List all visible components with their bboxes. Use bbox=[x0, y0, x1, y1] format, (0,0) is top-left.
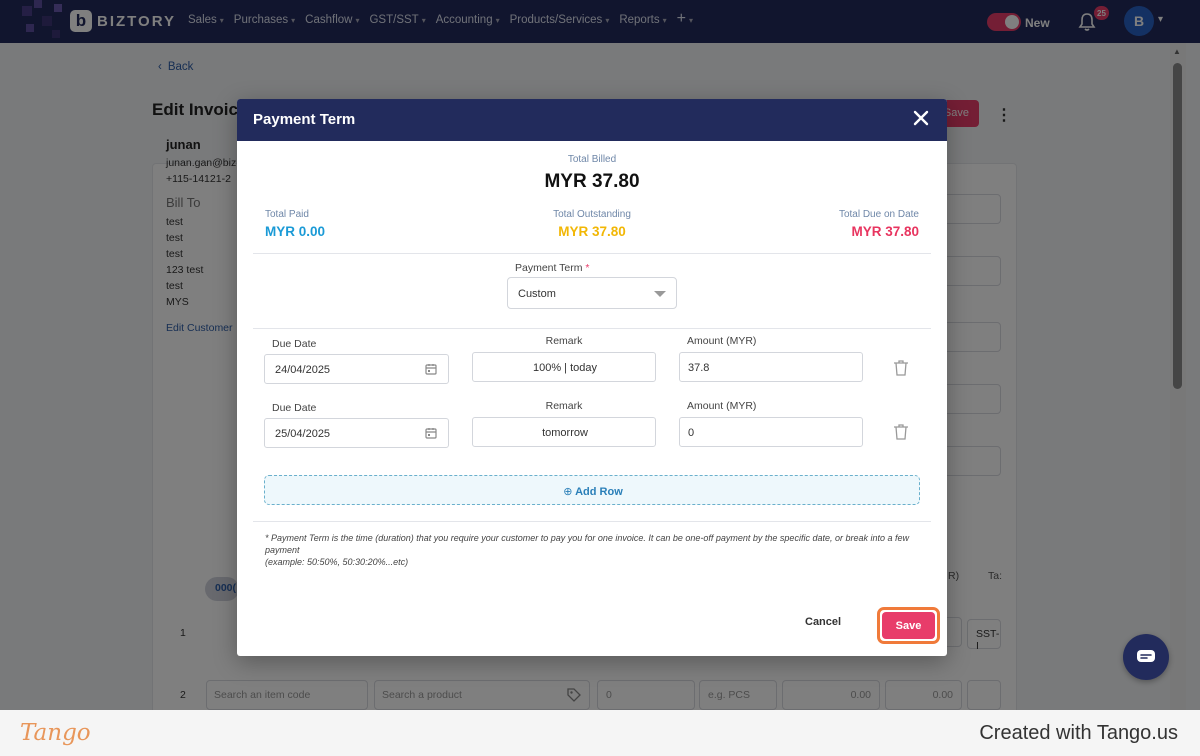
trash-icon[interactable] bbox=[893, 423, 909, 441]
due-date-input[interactable]: 25/04/2025 bbox=[264, 418, 449, 448]
payment-term-value: Custom bbox=[518, 288, 556, 300]
note-line: (example: 50:50%, 50:30:20%...etc) bbox=[265, 557, 409, 567]
tango-footer: Tango Created with Tango.us bbox=[0, 710, 1200, 756]
total-outstanding-label: Total Outstanding bbox=[553, 209, 631, 220]
note-line: * Payment Term is the time (duration) th… bbox=[265, 533, 909, 555]
divider bbox=[253, 521, 931, 522]
payment-term-modal: Payment Term Total Billed MYR 37.80 Tota… bbox=[237, 99, 947, 656]
remark-input[interactable]: 100% | today bbox=[472, 352, 656, 382]
total-paid-value: MYR 0.00 bbox=[265, 224, 326, 239]
payment-term-select[interactable]: Custom bbox=[507, 277, 677, 309]
total-billed-value: MYR 37.80 bbox=[544, 171, 640, 192]
tango-credit: Created with Tango.us bbox=[979, 722, 1178, 744]
modal-save-button[interactable]: Save bbox=[882, 612, 935, 639]
due-date-label: Due Date bbox=[272, 402, 317, 414]
total-billed-label: Total Billed bbox=[567, 154, 617, 165]
chat-icon bbox=[1137, 650, 1155, 662]
calendar-icon[interactable] bbox=[425, 427, 437, 439]
due-date-value: 25/04/2025 bbox=[275, 428, 331, 440]
amount-label: Amount (MYR) bbox=[687, 335, 757, 347]
amount-label: Amount (MYR) bbox=[687, 400, 757, 412]
total-paid-label: Total Paid bbox=[265, 209, 309, 220]
amount-input[interactable]: 0 bbox=[679, 417, 863, 447]
close-icon[interactable] bbox=[913, 110, 929, 126]
plus-circle-icon: ⊕ bbox=[563, 486, 573, 498]
due-date-label: Due Date bbox=[272, 338, 317, 350]
chevron-down-icon bbox=[654, 291, 666, 297]
total-outstanding-value: MYR 37.80 bbox=[558, 224, 626, 239]
tango-logo: Tango bbox=[20, 720, 91, 746]
remark-input[interactable]: tomorrow bbox=[472, 417, 656, 447]
remark-value: tomorrow bbox=[542, 427, 588, 439]
add-row-label: ⊕ Add Row bbox=[563, 486, 623, 498]
modal-title: Payment Term bbox=[253, 111, 356, 128]
amount-value: 0 bbox=[688, 427, 695, 439]
calendar-icon[interactable] bbox=[425, 363, 437, 375]
modal-header: Payment Term bbox=[237, 99, 947, 141]
remark-label: Remark bbox=[545, 335, 583, 347]
due-date-input[interactable]: 24/04/2025 bbox=[264, 354, 449, 384]
total-due-label: Total Due on Date bbox=[838, 209, 919, 220]
cancel-button[interactable]: Cancel bbox=[805, 616, 841, 628]
add-row-button[interactable]: ⊕ Add Row bbox=[264, 475, 920, 505]
amount-value: 37.8 bbox=[688, 362, 710, 374]
amount-input[interactable]: 37.8 bbox=[679, 352, 863, 382]
remark-value: 100% | today bbox=[532, 362, 597, 374]
due-date-value: 24/04/2025 bbox=[275, 364, 331, 376]
payment-term-note: * Payment Term is the time (duration) th… bbox=[265, 532, 925, 568]
total-due-value: MYR 37.80 bbox=[851, 224, 919, 239]
divider bbox=[253, 328, 931, 329]
divider bbox=[253, 253, 931, 254]
chat-button[interactable] bbox=[1123, 634, 1169, 680]
payment-term-label: Payment Term * bbox=[515, 262, 590, 274]
trash-icon[interactable] bbox=[893, 359, 909, 377]
remark-label: Remark bbox=[545, 400, 583, 412]
